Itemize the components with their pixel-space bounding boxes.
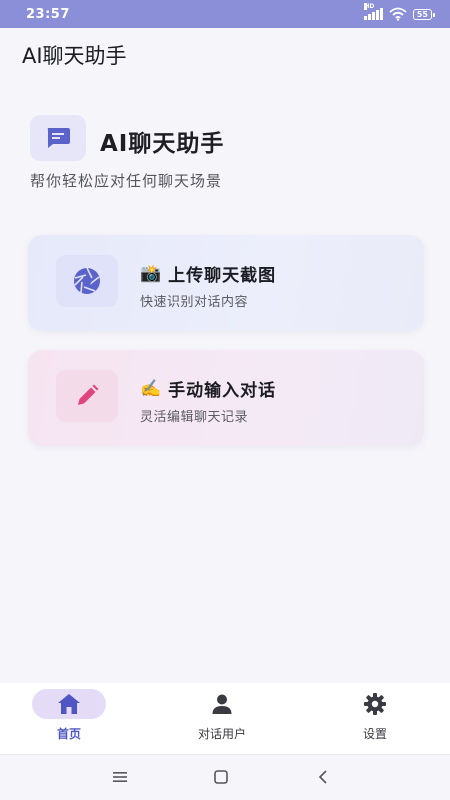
nav-settings-label: 设置 (362, 727, 387, 741)
nav-home-label: 首页 (56, 727, 81, 741)
bottom-nav: 首页 对话用户 设置 (0, 683, 450, 755)
writing-hand-emoji-icon: ✍️ (140, 378, 163, 399)
square-icon (214, 770, 228, 784)
person-icon (212, 694, 232, 714)
status-icons: HD 55 (364, 3, 436, 21)
chat-bubble-icon (30, 115, 86, 161)
camera-shutter-icon (56, 255, 118, 307)
nav-tab-chat-users[interactable]: 对话用户 (182, 689, 262, 749)
gear-icon (364, 693, 386, 715)
manual-card-title-text: 手动输入对话 (168, 381, 277, 401)
nav-tab-settings[interactable]: 设置 (340, 689, 410, 749)
system-back-button[interactable] (311, 767, 335, 787)
hero-title: AI聊天助手 (100, 131, 225, 157)
upload-card-title: 📸 上传聊天截图 (140, 261, 277, 287)
network-tag: HD (364, 3, 375, 10)
upload-card-subtitle: 快速识别对话内容 (140, 295, 249, 310)
manual-input-card[interactable]: ✍️ 手动输入对话 灵活编辑聊天记录 (28, 350, 424, 446)
battery-icon: 55 (412, 8, 436, 20)
back-chevron-icon (318, 770, 327, 784)
manual-card-title: ✍️ 手动输入对话 (140, 376, 277, 402)
hero-subtitle: 帮你轻松应对任何聊天场景 (30, 172, 223, 190)
app-title: AI聊天助手 (22, 44, 127, 68)
system-nav-bar (0, 755, 450, 800)
nav-users-pill (185, 689, 259, 719)
signal-icon: HD (364, 3, 383, 20)
home-icon (58, 694, 80, 714)
nav-users-label: 对话用户 (197, 727, 246, 741)
manual-card-subtitle: 灵活编辑聊天记录 (140, 410, 249, 425)
status-bar: 23:57 HD 55 (0, 0, 450, 28)
camera-emoji-icon: 📸 (140, 263, 163, 284)
status-time: 23:57 (26, 6, 70, 22)
system-home-button[interactable] (209, 767, 233, 787)
pencil-icon (56, 370, 118, 422)
nav-settings-pill (338, 689, 412, 719)
upload-screenshot-card[interactable]: 📸 上传聊天截图 快速识别对话内容 (28, 235, 424, 331)
wifi-icon (389, 7, 407, 21)
nav-tab-home[interactable]: 首页 (32, 689, 106, 749)
system-menu-button[interactable] (108, 767, 132, 787)
menu-icon (113, 772, 127, 782)
upload-card-title-text: 上传聊天截图 (168, 266, 277, 286)
nav-home-pill (32, 689, 106, 719)
